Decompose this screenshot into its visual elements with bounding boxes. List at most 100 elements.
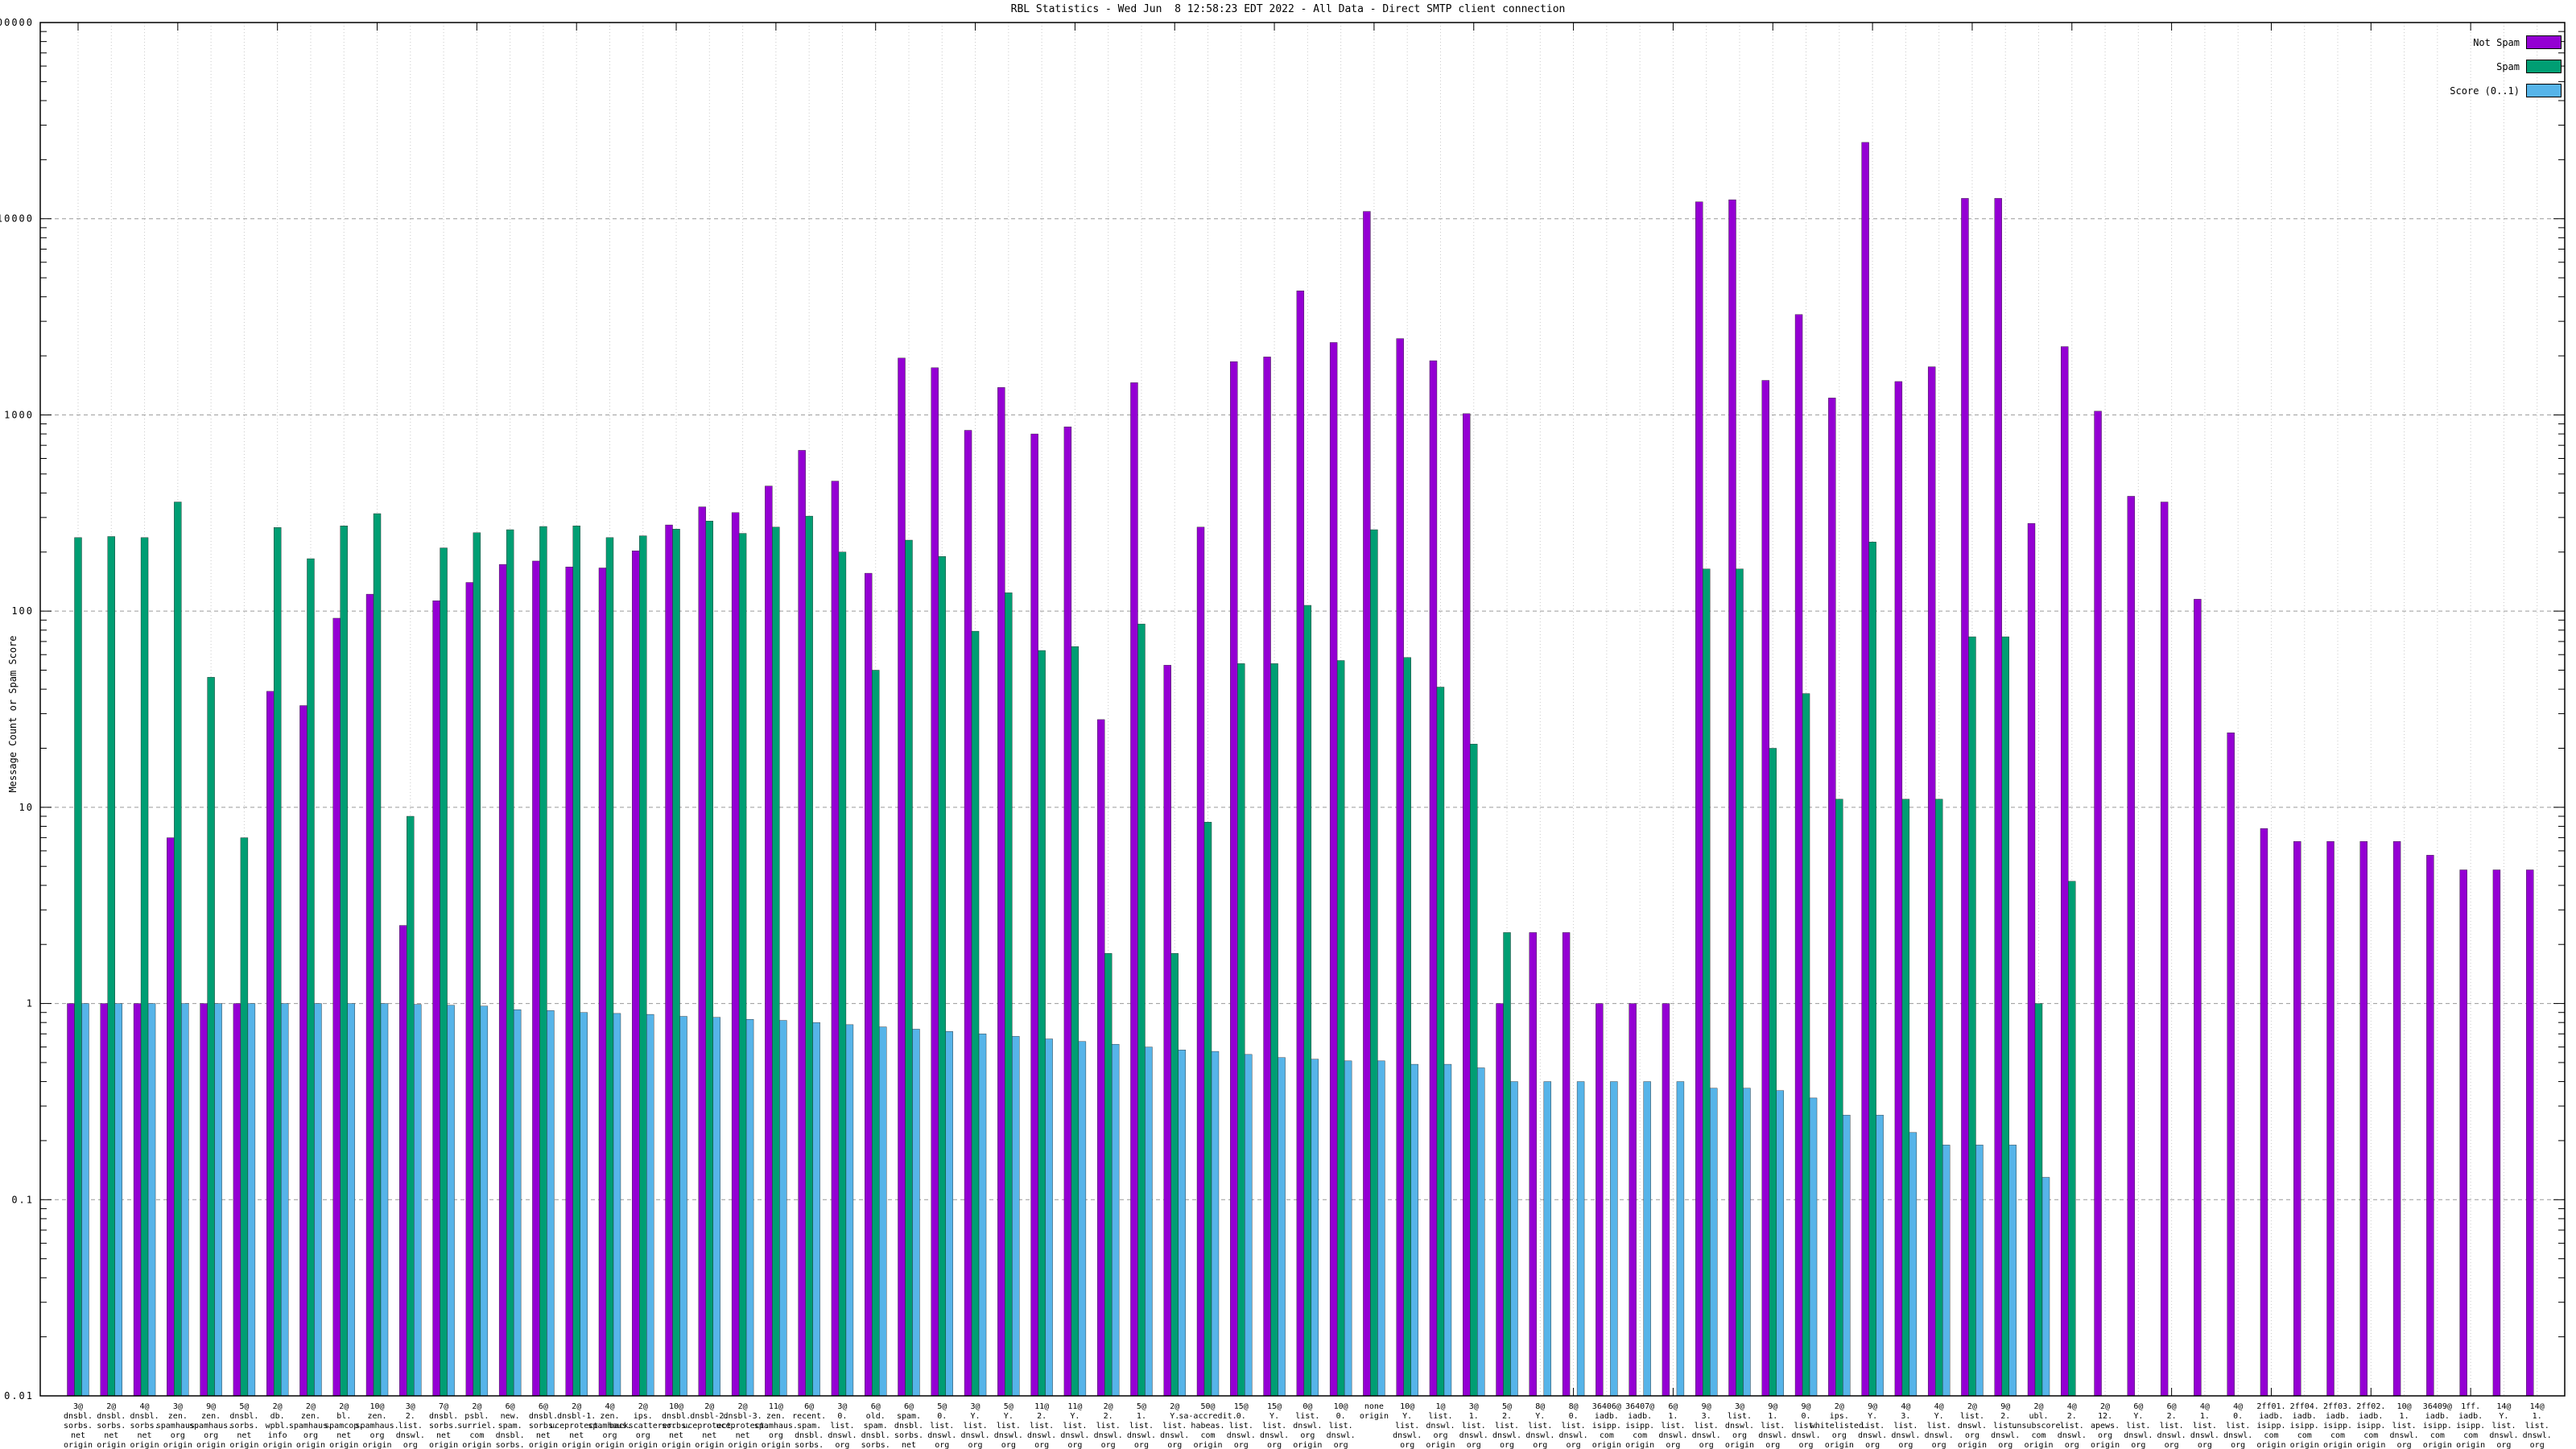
x-category-label: list.	[930, 1422, 954, 1430]
x-category-label: sorbs.	[861, 1441, 890, 1449]
bar-not-spam-49	[1662, 1004, 1670, 1396]
x-category-label: origin	[1958, 1441, 1987, 1449]
bar-not-spam-75	[2526, 870, 2533, 1396]
x-category-label: 36406@	[1592, 1402, 1621, 1411]
bar-score-0-1-42	[1444, 1064, 1451, 1396]
x-category-label: 2@	[638, 1402, 648, 1411]
bar-spam-17	[606, 538, 613, 1396]
bar-score-0-1-37	[1278, 1058, 1286, 1396]
bar-not-spam-43	[1463, 414, 1470, 1396]
x-category-label: org	[769, 1431, 783, 1440]
x-category-label: 2@	[339, 1402, 349, 1411]
x-category-label: 2@	[306, 1402, 316, 1411]
x-category-label: org	[2397, 1441, 2412, 1449]
bar-score-0-1-16	[580, 1013, 588, 1396]
x-category-label: org	[171, 1431, 185, 1440]
x-category-label: 4@	[1934, 1402, 1944, 1411]
bar-not-spam-12	[433, 601, 440, 1396]
x-category-label: wpbl.	[266, 1422, 290, 1430]
x-category-label: new.	[501, 1412, 520, 1421]
x-category-label: 2@	[273, 1402, 283, 1411]
x-category-label: list.	[2160, 1422, 2184, 1430]
x-category-label: dnswl.	[1758, 1431, 1787, 1440]
bar-score-0-1-39	[1344, 1061, 1352, 1396]
bar-not-spam-17	[599, 568, 606, 1396]
x-category-label: list.	[1428, 1412, 1452, 1421]
bar-score-0-1-49	[1677, 1082, 1684, 1396]
bar-spam-9	[341, 526, 348, 1396]
x-category-label: Y.	[2133, 1412, 2143, 1421]
x-category-label: list.	[398, 1422, 423, 1430]
x-category-label: info	[268, 1431, 287, 1440]
x-category-label: 2.	[2000, 1412, 2010, 1421]
bar-spam-53	[1802, 694, 1810, 1396]
x-category-label: Y.	[1868, 1412, 1877, 1421]
bar-not-spam-24	[832, 481, 839, 1396]
bar-not-spam-39	[1330, 342, 1337, 1396]
x-category-label: 11@	[1067, 1402, 1082, 1411]
x-category-label: dnswl.	[1658, 1431, 1687, 1440]
bar-not-spam-56	[1895, 382, 1902, 1396]
x-category-label: net	[536, 1431, 551, 1440]
x-category-label: iadb.	[2359, 1412, 2383, 1421]
x-category-label: net	[569, 1431, 584, 1440]
x-category-label: origin	[1293, 1441, 1322, 1449]
x-category-label: 4@	[605, 1402, 614, 1411]
x-category-label: 15@	[1267, 1402, 1282, 1411]
bar-score-0-1-40	[1377, 1061, 1385, 1396]
x-category-label: list.	[1030, 1422, 1054, 1430]
x-category-label: dnswl.	[2390, 1431, 2419, 1440]
bar-spam-58	[1968, 637, 1975, 1396]
x-category-label: dnswl.	[1725, 1422, 1754, 1430]
x-category-label: origin	[2356, 1441, 2385, 1449]
x-category-label: 2.	[2067, 1412, 2077, 1421]
bar-score-0-1-43	[1477, 1067, 1484, 1396]
x-category-label: org	[1898, 1441, 1913, 1449]
x-category-label: 2@	[1170, 1402, 1179, 1411]
bar-score-0-1-7	[281, 1004, 288, 1396]
bar-spam-3	[141, 538, 148, 1396]
bar-not-spam-74	[2493, 870, 2500, 1396]
bar-spam-55	[1869, 542, 1876, 1396]
x-category-label: list.	[1262, 1422, 1286, 1430]
bar-spam-12	[440, 548, 448, 1396]
bar-not-spam-72	[2426, 855, 2434, 1396]
bar-not-spam-40	[1363, 212, 1370, 1396]
x-category-label: 3@	[406, 1402, 415, 1411]
x-category-label: org	[1998, 1441, 2013, 1449]
x-category-label: 6@	[804, 1402, 814, 1411]
x-category-label: 9@	[206, 1402, 216, 1411]
x-category-label: 2@	[1835, 1402, 1844, 1411]
x-category-label: com	[1633, 1431, 1647, 1440]
x-category-label: origin	[329, 1441, 358, 1449]
x-category-label: spam.	[897, 1412, 921, 1421]
bar-spam-35	[1204, 822, 1212, 1396]
bar-spam-27	[939, 556, 946, 1396]
bar-spam-52	[1769, 748, 1777, 1396]
x-category-label: 3@	[1735, 1402, 1744, 1411]
bar-not-spam-7	[266, 691, 274, 1396]
x-category-label: list.	[2060, 1422, 2084, 1430]
x-category-label: 2@	[1104, 1402, 1113, 1411]
bar-not-spam-18	[632, 551, 639, 1396]
bar-score-0-1-3	[148, 1004, 155, 1396]
legend-row-spam: Spam	[2496, 60, 2562, 73]
x-category-label: dnswl.	[1094, 1431, 1123, 1440]
x-category-label: dnswl.	[1293, 1422, 1322, 1430]
bar-spam-5	[208, 677, 215, 1396]
bar-not-spam-29	[997, 387, 1005, 1396]
x-category-label: dnswl.	[994, 1431, 1023, 1440]
x-category-label: dnswl.	[927, 1431, 956, 1440]
x-category-label: origin	[629, 1441, 658, 1449]
bar-not-spam-26	[898, 358, 905, 1396]
x-category-label: dnsbl.	[229, 1412, 258, 1421]
x-category-label: origin	[163, 1441, 192, 1449]
bar-not-spam-69	[2327, 841, 2334, 1396]
x-category-label: Y.	[1402, 1412, 1412, 1421]
x-category-label: 5@	[1502, 1402, 1512, 1411]
bar-spam-23	[806, 516, 813, 1396]
x-category-label: origin	[1625, 1441, 1654, 1449]
bar-spam-42	[1437, 687, 1444, 1396]
x-category-label: bl.	[336, 1412, 351, 1421]
x-category-label: org	[935, 1441, 949, 1449]
